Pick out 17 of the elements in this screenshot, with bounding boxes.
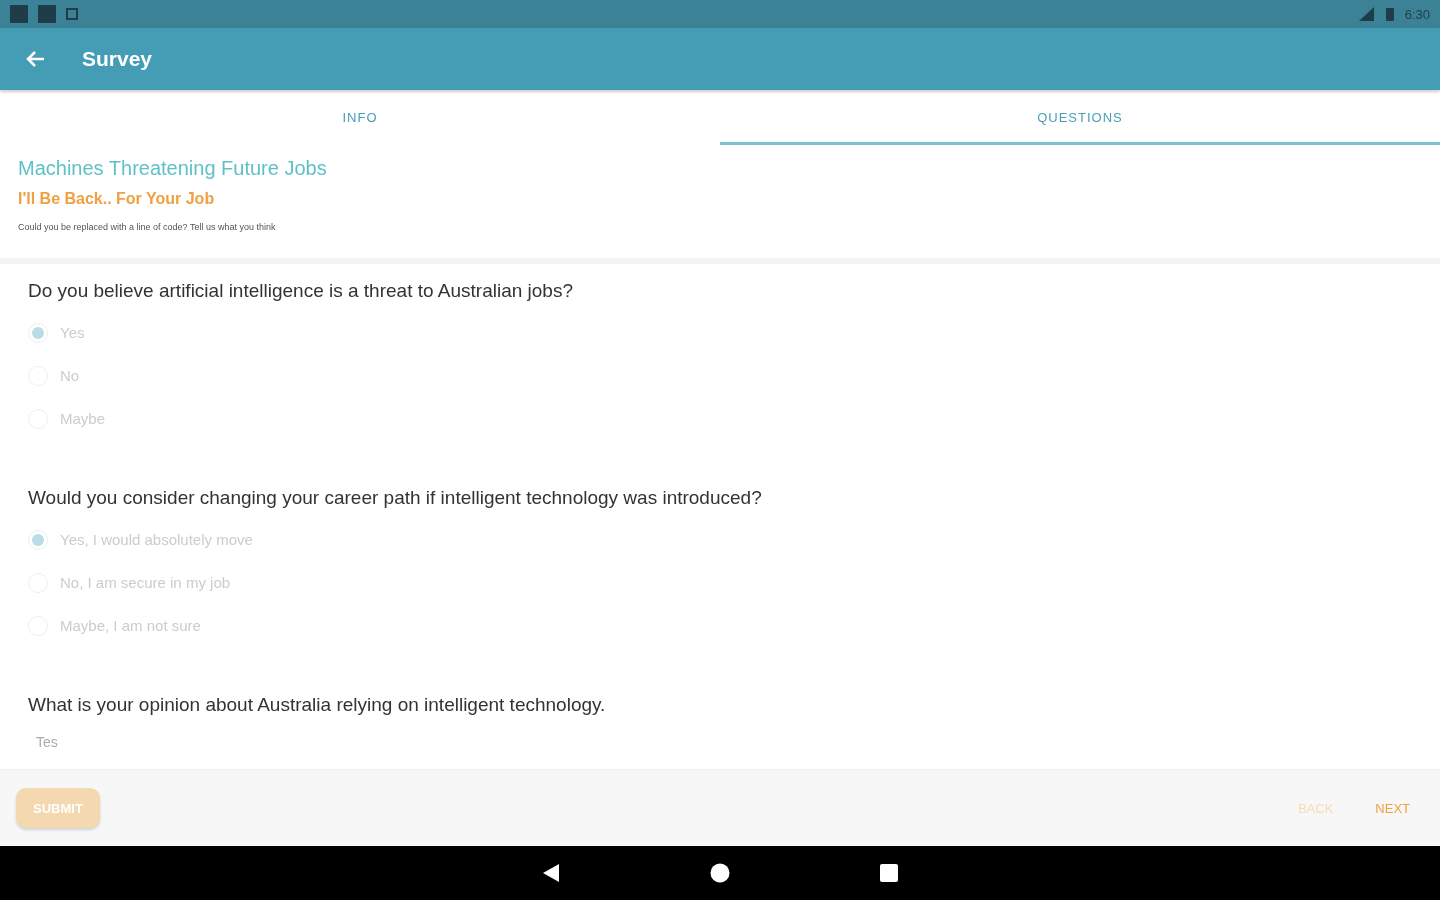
clock: 6:30	[1404, 6, 1430, 22]
battery-icon	[1384, 6, 1395, 22]
home-icon[interactable]	[710, 863, 730, 883]
notification-icon	[66, 8, 78, 20]
question-text: What is your opinion about Australia relying on intelligent technology.	[28, 694, 607, 716]
notification-icon	[10, 5, 28, 23]
overview-icon[interactable]	[880, 864, 898, 882]
next-button[interactable]: NEXT	[1361, 792, 1424, 824]
notification-icon	[38, 5, 56, 23]
back-icon[interactable]	[542, 863, 560, 883]
app-bar-title: Survey	[82, 47, 153, 71]
survey-description: Could you be replaced with a line of code? Tell us what you think	[18, 222, 277, 232]
answer-field[interactable]: Tes	[28, 730, 344, 754]
question-text: Do you believe artificial intelligence is a threat to Australian jobs?	[28, 280, 574, 302]
survey-subtitle: I'll Be Back.. For Your Job	[18, 190, 216, 208]
survey-title: Machines Threatening Future Jobs	[18, 157, 328, 180]
question-text: Would you consider changing your career path if intelligent technology was introduced?	[28, 487, 763, 509]
